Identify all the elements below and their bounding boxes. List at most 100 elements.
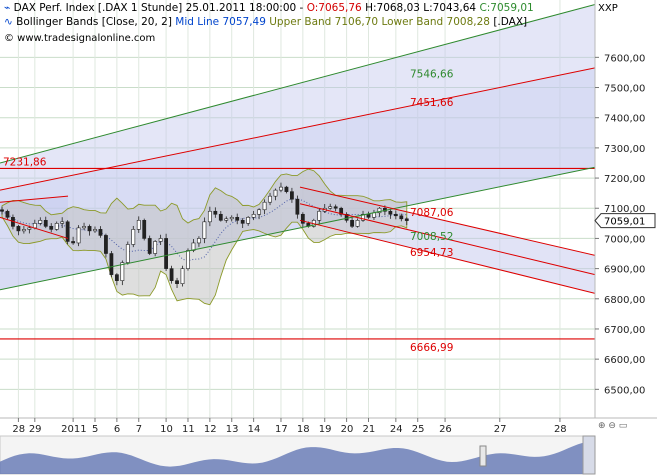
candle-body <box>0 209 4 212</box>
symbol-label[interactable]: XXP <box>598 3 618 14</box>
candle-body <box>186 250 190 269</box>
x-tick-label: 11 <box>182 424 195 435</box>
candle-body <box>290 191 294 200</box>
chart-icon: ⌁ <box>4 2 11 14</box>
candle-body <box>43 220 48 227</box>
candle <box>76 225 81 247</box>
high-value: H:7068,03 <box>365 2 420 14</box>
chart-header-line-2: ∿ Bollinger Bands [Close, 20, 2] Mid Lin… <box>4 16 527 28</box>
x-tick-label: 12 <box>204 424 217 435</box>
candle-body <box>317 210 322 221</box>
y-tick-label: 7400,00 <box>604 114 645 125</box>
candle-body <box>120 262 125 281</box>
candle-body <box>279 186 283 191</box>
candle-body <box>207 210 212 223</box>
candle-body <box>54 223 59 230</box>
x-tick-label: 6 <box>114 424 120 435</box>
x-tick-label: 27 <box>494 424 507 435</box>
candle-body <box>114 274 119 281</box>
candle-body <box>5 210 10 218</box>
candle-body <box>164 238 169 269</box>
x-tick-label: 20 <box>341 424 354 435</box>
candle-body <box>16 226 21 232</box>
x-tick-label: 24 <box>390 424 403 435</box>
plot-content <box>0 0 595 418</box>
chart-header-line-1: ⌁ DAX Perf. Index [.DAX 1 Stunde] 25.01.… <box>4 2 534 14</box>
open-value: O:7065,76 <box>306 2 362 14</box>
y-tick-label: 7000,00 <box>604 234 645 245</box>
candle-body <box>355 220 360 227</box>
candle-body <box>213 210 218 215</box>
candle-body <box>246 216 251 224</box>
candle-body <box>284 186 289 192</box>
x-tick-label: 28 <box>554 424 567 435</box>
candle-body <box>328 206 333 209</box>
candle-body <box>388 210 393 215</box>
channel-value-label: 7451,66 <box>410 97 454 109</box>
candle-body <box>399 215 404 220</box>
candle-body <box>82 226 86 229</box>
instrument-label: DAX Perf. Index [.DAX 1 Stunde] 25.01.20… <box>13 2 297 14</box>
candle-body <box>257 209 261 215</box>
candle-body <box>262 201 267 211</box>
y-tick-label: 7500,00 <box>604 84 645 95</box>
candle <box>142 218 147 241</box>
candle-body <box>158 238 163 242</box>
candle <box>147 235 152 256</box>
x-tick-label: 18 <box>297 424 310 435</box>
y-tick-label: 6600,00 <box>604 355 645 366</box>
lower-band-value: Lower Band 7008,28 <box>381 16 490 28</box>
indicator-source: [.DAX] <box>493 16 528 28</box>
candle-body <box>218 213 223 221</box>
upper-band-value: Upper Band 7106,70 <box>269 16 379 28</box>
candle-body <box>153 241 158 254</box>
chart-area[interactable]: 7546,66 7451,66 7087,06 7008,52 6954,73 7231,… <box>0 0 657 476</box>
candle-body <box>202 221 207 239</box>
candle-body <box>175 280 179 284</box>
x-tick-label: 10 <box>160 424 173 435</box>
candle-body <box>76 227 81 244</box>
level-label: 7231,86 <box>3 156 47 168</box>
x-tick-label: 13 <box>226 424 239 435</box>
channel-value-label: 7087,06 <box>410 207 454 219</box>
x-tick-label: 17 <box>275 424 288 435</box>
candle-body <box>38 220 43 224</box>
candle-body <box>251 213 256 218</box>
channel-value-label: 6954,73 <box>410 247 453 259</box>
x-tick-label: 14 <box>248 424 261 435</box>
x-tick-label: 25 <box>412 424 425 435</box>
candle-body <box>295 198 300 215</box>
candle-body <box>366 213 371 218</box>
candle-body <box>229 216 234 220</box>
candle-body <box>240 220 245 224</box>
candle-body <box>333 206 338 209</box>
x-tick-label: 5 <box>92 424 98 435</box>
candle <box>131 225 136 248</box>
candle-body <box>235 216 240 221</box>
x-tick-label: 7 <box>136 424 142 435</box>
navigator-window <box>582 435 596 475</box>
candle-body <box>300 213 305 224</box>
y-tick-label: 6700,00 <box>604 325 645 336</box>
x-tick-label: 26 <box>439 424 452 435</box>
close-value: C:7059,01 <box>479 2 534 14</box>
candle-body <box>87 226 92 232</box>
copyright-label: © www.tradesignalonline.com <box>4 33 156 44</box>
price-chart[interactable]: 7546,66 7451,66 7087,06 7008,52 6954,73 7231,… <box>0 0 657 476</box>
zoom-controls-icon[interactable]: ⊕ ⊖ ▭ <box>598 421 627 431</box>
candle-body <box>93 229 97 232</box>
x-tick-label: 19 <box>319 424 332 435</box>
candle-body <box>180 268 185 284</box>
candle-body <box>109 253 114 275</box>
candle-body <box>273 189 278 197</box>
candle-body <box>32 223 37 229</box>
candle-body <box>169 268 174 281</box>
y-tick-label: 6900,00 <box>604 265 645 276</box>
level-label: 6666,99 <box>410 342 453 354</box>
candle-body <box>131 229 136 245</box>
low-value: L:7043,64 <box>423 2 477 14</box>
candle-body <box>98 229 103 236</box>
candle-body <box>147 238 152 254</box>
candle-body <box>71 241 76 244</box>
candle-body <box>393 213 398 217</box>
